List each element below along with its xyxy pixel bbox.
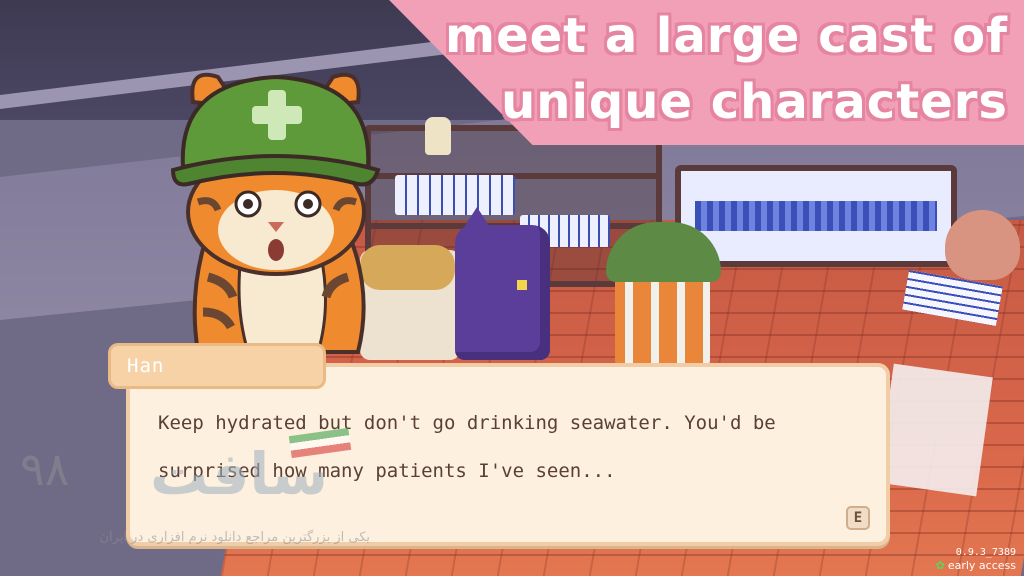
desk-papers xyxy=(877,363,993,497)
clinic-bed xyxy=(675,165,957,267)
speaker-name: Han xyxy=(127,355,165,377)
han-portrait xyxy=(168,62,383,362)
early-access-text: early access xyxy=(947,559,1016,572)
candle xyxy=(425,117,451,155)
purple-cat-character[interactable] xyxy=(455,207,550,360)
advance-key-hint[interactable]: E xyxy=(846,506,870,530)
speaker-nameplate: Han xyxy=(108,343,326,389)
tiger-medic-portrait-icon xyxy=(170,72,381,354)
watermark-tagline: یکی از بزرگترین مراجع دانلود نرم افزاری … xyxy=(99,530,370,545)
version-label: 0.9.3_7389 xyxy=(955,547,1016,558)
watermark: ۹۸ سافت یکی از بزرگترین مراجع دانلود نرم… xyxy=(20,427,380,560)
clay-pot xyxy=(945,210,1020,280)
leaf-icon: ✿ xyxy=(935,559,945,572)
early-access-label: ✿ early access xyxy=(936,559,1016,572)
bed-mattress xyxy=(695,201,937,231)
watermark-number: ۹۸ xyxy=(20,442,70,496)
shelf-papers xyxy=(395,175,515,215)
